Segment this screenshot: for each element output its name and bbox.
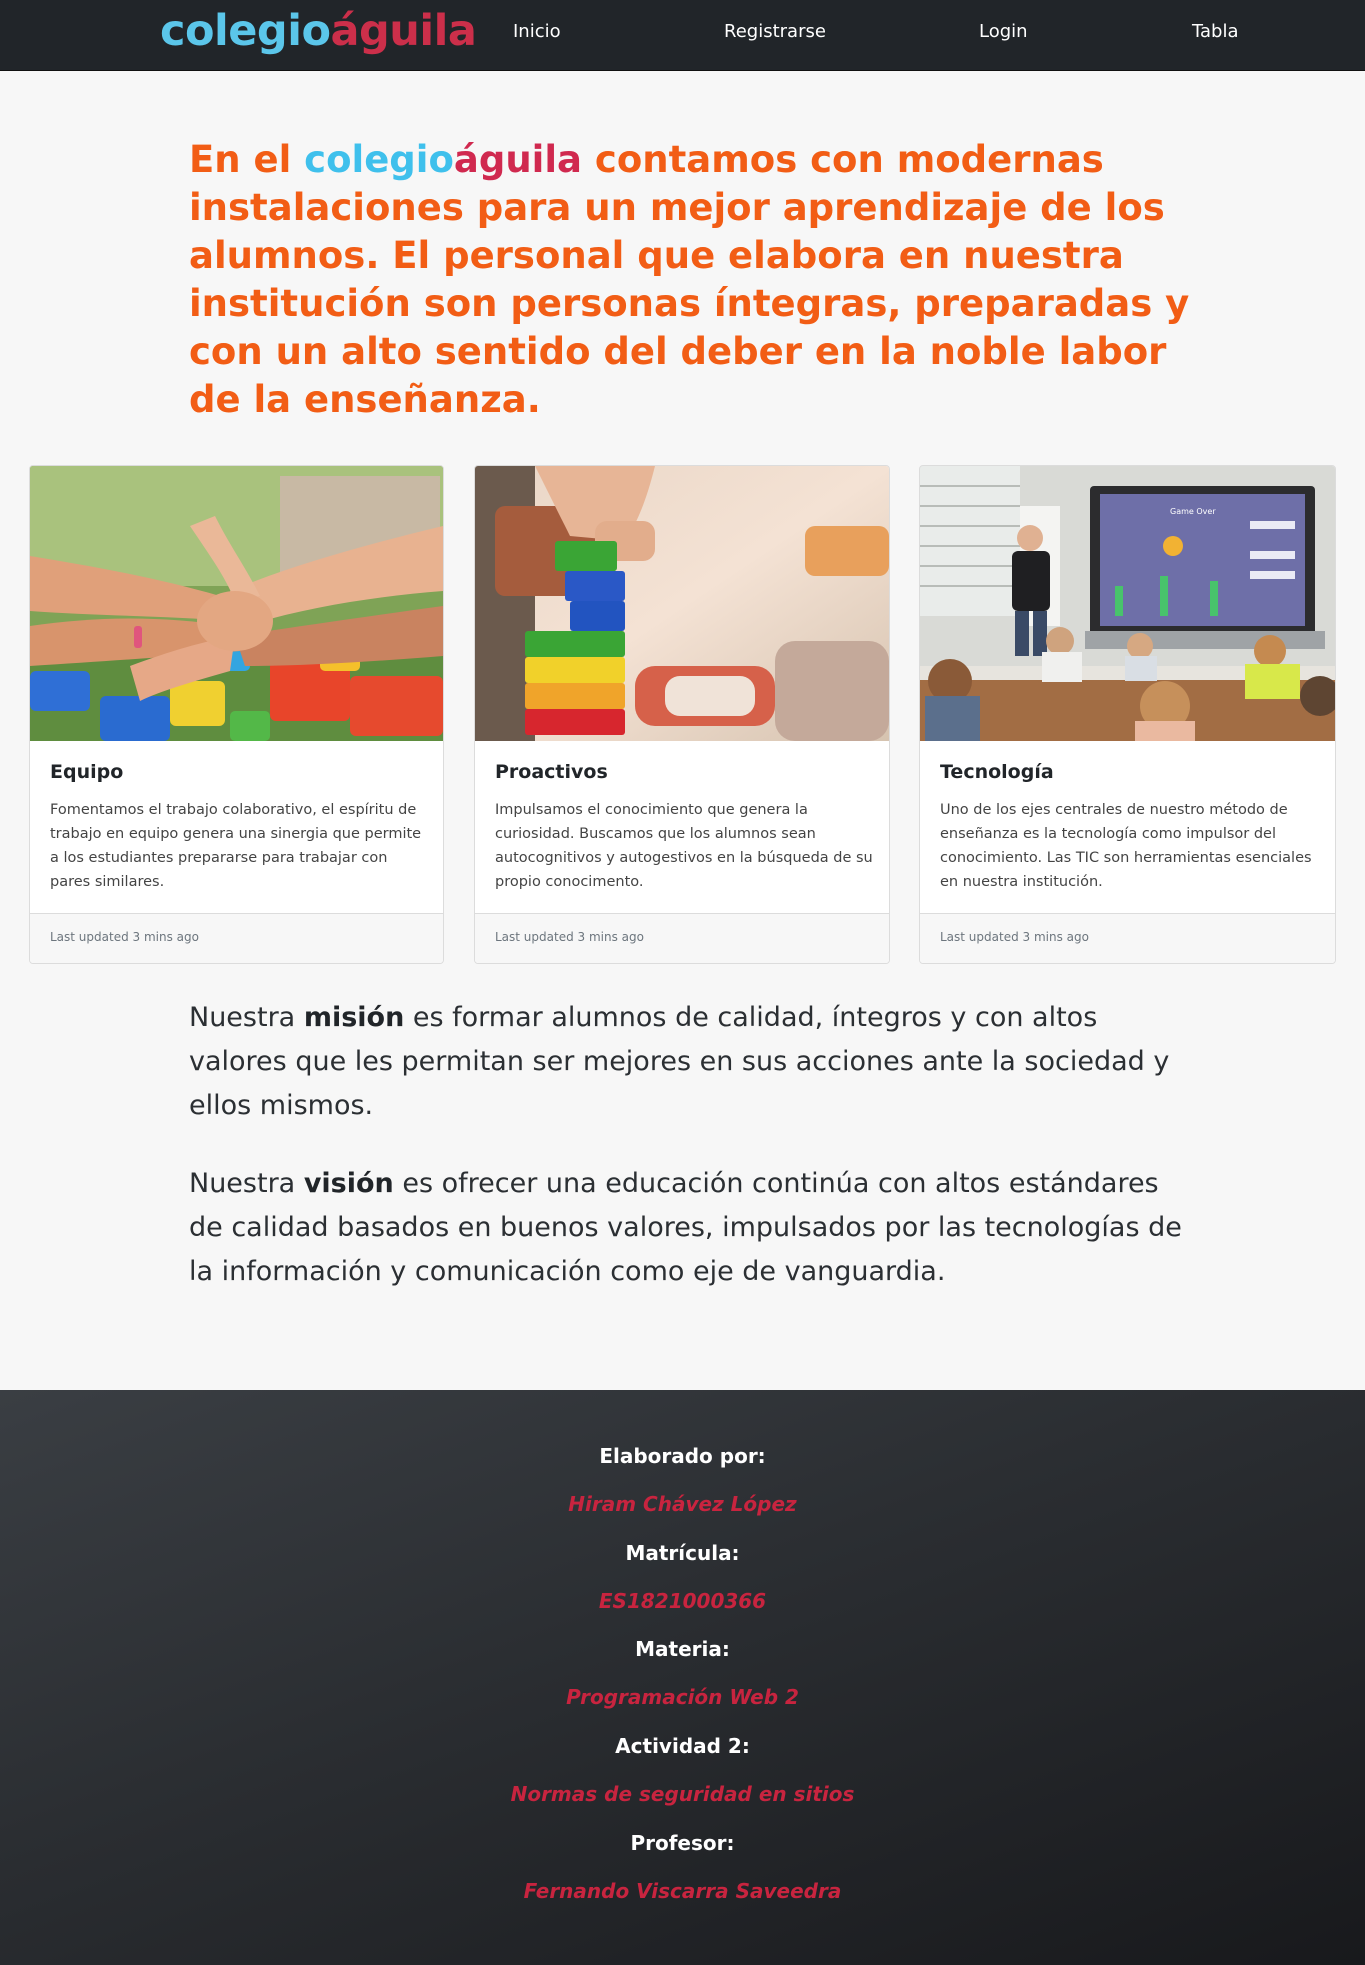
card-title: Proactivos — [495, 761, 608, 783]
footer-label-actividad: Actividad 2: — [615, 1734, 750, 1758]
footer-value-profesor: Fernando Viscarra Saveedra — [523, 1879, 842, 1903]
card-text: Fomentamos el trabajo colaborativo, el e… — [50, 802, 422, 890]
card-tecnologia: Game Over Tecnología Uno de los ejes cen… — [919, 465, 1336, 964]
footer-value-actividad: Normas de seguridad en sitios — [510, 1782, 855, 1806]
nav-link-registrarse[interactable]: Registrarse — [724, 21, 826, 42]
hero-brand-colegio: colegio — [304, 138, 454, 181]
card-image-hands — [30, 466, 443, 741]
footer-label-elaborado: Elaborado por: — [599, 1444, 766, 1468]
brand-part-aguila: águila — [330, 6, 477, 56]
screen-title: Game Over — [1170, 507, 1216, 516]
mission-text: Nuestra misión es formar alumnos de cali… — [189, 996, 1199, 1128]
footer-value-matricula: ES1821000366 — [598, 1589, 767, 1613]
brand-part-colegio: colegio — [160, 6, 331, 56]
navbar: colegioáguila Inicio Registrarse Login T… — [0, 0, 1365, 71]
mission-prefix: Nuestra — [189, 1002, 304, 1033]
card-image-blocks — [475, 466, 889, 741]
footer-label-materia: Materia: — [635, 1637, 730, 1661]
hero-brand-aguila: águila — [453, 138, 583, 181]
vision-keyword: visión — [303, 1168, 394, 1199]
mission-keyword: misión — [303, 1002, 405, 1033]
card-equipo: Equipo Fomentamos el trabajo colaborativ… — [29, 465, 444, 964]
card-proactivos: Proactivos Impulsamos el conocimiento qu… — [474, 465, 890, 964]
hero-prefix: En el — [189, 138, 305, 181]
card-footer: Last updated 3 mins ago — [30, 913, 443, 963]
card-title: Tecnología — [940, 761, 1054, 783]
vision-prefix: Nuestra — [189, 1168, 304, 1199]
card-title: Equipo — [50, 761, 124, 783]
card-text: Impulsamos el conocimiento que genera la… — [495, 802, 873, 890]
footer-value-author: Hiram Chávez López — [568, 1492, 797, 1516]
card-footer: Last updated 3 mins ago — [920, 913, 1335, 963]
footer-label-profesor: Profesor: — [630, 1831, 735, 1855]
classroom-smartboard-photo: Game Over — [920, 466, 1335, 741]
card-updated-text: Last updated 3 mins ago — [940, 930, 1089, 944]
card-updated-text: Last updated 3 mins ago — [495, 930, 644, 944]
footer-label-matricula: Matrícula: — [625, 1541, 740, 1565]
brand-logo[interactable]: colegioáguila — [160, 6, 477, 56]
footer: Elaborado por: Hiram Chávez López Matríc… — [0, 1390, 1365, 1965]
hands-together-photo — [30, 466, 443, 741]
nav-link-login[interactable]: Login — [979, 21, 1028, 42]
footer-value-materia: Programación Web 2 — [566, 1685, 799, 1709]
card-updated-text: Last updated 3 mins ago — [50, 930, 199, 944]
card-footer: Last updated 3 mins ago — [475, 913, 889, 963]
card-text: Uno de los ejes centrales de nuestro mét… — [940, 802, 1312, 890]
hero-text: En el colegioáguila contamos con moderna… — [189, 136, 1199, 424]
vision-text: Nuestra visión es ofrecer una educación … — [189, 1162, 1199, 1294]
nav-link-inicio[interactable]: Inicio — [513, 21, 561, 42]
card-image-classroom: Game Over — [920, 466, 1335, 741]
building-blocks-photo — [475, 466, 889, 741]
nav-link-tabla[interactable]: Tabla — [1192, 21, 1239, 42]
